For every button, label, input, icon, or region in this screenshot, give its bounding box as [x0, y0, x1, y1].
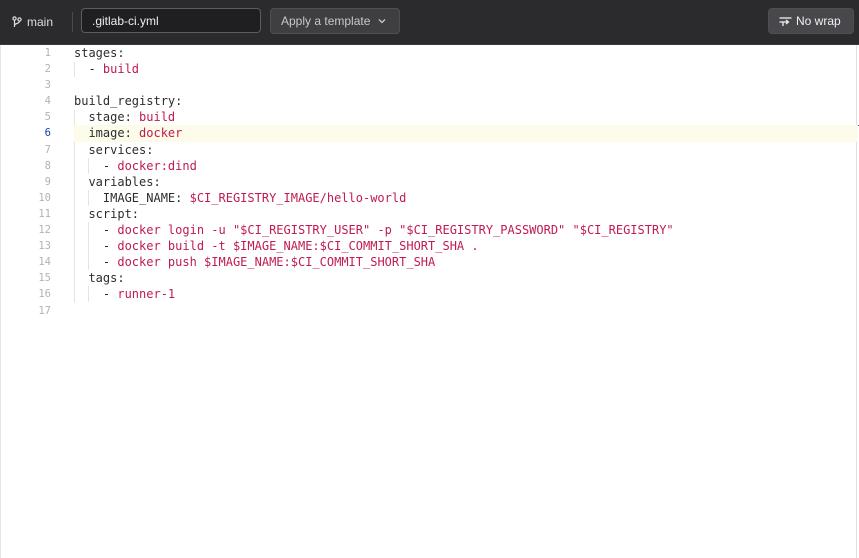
- code-line[interactable]: variables:: [74, 174, 858, 190]
- code-line[interactable]: stage: build: [74, 109, 858, 125]
- code-editor[interactable]: 1 2 3 4 5 6 7 8 9 10 11 12 13 14 15 16 17 stages: - buil…: [0, 45, 859, 558]
- editor-toolbar: main Apply a template No wrap: [0, 0, 859, 45]
- yaml-key: -: [74, 158, 118, 173]
- yaml-key: services:: [74, 142, 154, 157]
- yaml-key: image:: [74, 126, 140, 141]
- code-line[interactable]: [74, 77, 858, 93]
- text-wrap-icon: [779, 17, 792, 26]
- line-number: 12: [38, 224, 51, 237]
- code-line[interactable]: image: docker: [74, 125, 858, 142]
- code-line[interactable]: - runner-1: [74, 286, 858, 302]
- line-number: 2: [44, 63, 51, 76]
- no-wrap-button[interactable]: No wrap: [768, 8, 854, 34]
- code-line[interactable]: services:: [74, 142, 858, 158]
- git-branch-icon: [12, 16, 22, 27]
- toolbar-divider: [72, 12, 73, 32]
- code-line[interactable]: - build: [74, 61, 858, 77]
- code-line[interactable]: - docker push $IMAGE_NAME:$CI_COMMIT_SHO…: [74, 254, 858, 270]
- yaml-key: stage:: [74, 110, 140, 125]
- line-number: 11: [38, 207, 51, 220]
- line-number: 3: [44, 79, 51, 92]
- yaml-value: build: [102, 62, 140, 77]
- yaml-key: IMAGE_NAME:: [74, 190, 190, 205]
- yaml-key: stages:: [74, 46, 125, 60]
- yaml-key: build_registry:: [74, 94, 183, 109]
- code-line[interactable]: stages:: [74, 45, 858, 61]
- yaml-key: -: [74, 239, 118, 254]
- code-line[interactable]: IMAGE_NAME: $CI_REGISTRY_IMAGE/hello-wor…: [74, 190, 858, 206]
- yaml-key: variables:: [74, 174, 161, 189]
- line-number: 6: [44, 127, 51, 140]
- yaml-key: -: [74, 287, 118, 302]
- code-line[interactable]: script:: [74, 206, 858, 222]
- code-line[interactable]: - docker build -t $IMAGE_NAME:$CI_COMMIT…: [74, 238, 858, 254]
- line-number: 16: [38, 288, 51, 301]
- code-line[interactable]: [74, 303, 858, 319]
- yaml-value: docker: [139, 126, 183, 141]
- line-number: 13: [38, 240, 51, 253]
- code-line[interactable]: build_registry:: [74, 93, 858, 109]
- yaml-value: docker build -t $IMAGE_NAME:$CI_COMMIT_S…: [117, 239, 479, 254]
- code-line[interactable]: tags:: [74, 270, 858, 286]
- line-number: 5: [44, 111, 51, 124]
- yaml-value: build: [139, 110, 176, 125]
- line-number: 15: [38, 272, 51, 285]
- code-line[interactable]: - docker:dind: [74, 158, 858, 174]
- line-number: 7: [44, 143, 51, 156]
- line-number: 17: [38, 304, 51, 317]
- yaml-key: -: [74, 223, 118, 238]
- yaml-value: $CI_REGISTRY_IMAGE/hello-world: [189, 190, 407, 205]
- chevron-down-icon: [378, 19, 386, 24]
- filename-input[interactable]: [81, 8, 261, 33]
- branch-name: main: [27, 15, 54, 29]
- line-number: 10: [38, 191, 51, 204]
- line-number: 4: [44, 95, 51, 108]
- apply-template-label: Apply a template: [281, 14, 371, 28]
- yaml-value: docker:dind: [117, 158, 197, 173]
- code-line[interactable]: - docker login -u "$CI_REGISTRY_USER" -p…: [74, 222, 858, 238]
- yaml-key: tags:: [74, 271, 125, 286]
- yaml-value: docker login -u "$CI_REGISTRY_USER" -p "…: [117, 223, 674, 238]
- line-number: 14: [38, 256, 51, 269]
- code-lines[interactable]: stages: - build build_registry: stage: b…: [74, 45, 858, 319]
- line-number: 8: [44, 159, 51, 172]
- yaml-value: docker push $IMAGE_NAME:$CI_COMMIT_SHORT…: [117, 255, 436, 270]
- yaml-value: runner-1: [117, 287, 176, 302]
- yaml-key: script:: [74, 206, 140, 221]
- apply-template-dropdown[interactable]: Apply a template: [270, 8, 400, 34]
- yaml-key: -: [74, 255, 118, 270]
- yaml-key: -: [74, 62, 103, 77]
- no-wrap-label: No wrap: [796, 14, 841, 28]
- line-number-gutter: 1 2 3 4 5 6 7 8 9 10 11 12 13 14 15 16 17: [1, 45, 57, 319]
- line-number: 1: [44, 47, 51, 59]
- line-number: 9: [44, 175, 51, 188]
- branch-selector[interactable]: main: [12, 14, 53, 30]
